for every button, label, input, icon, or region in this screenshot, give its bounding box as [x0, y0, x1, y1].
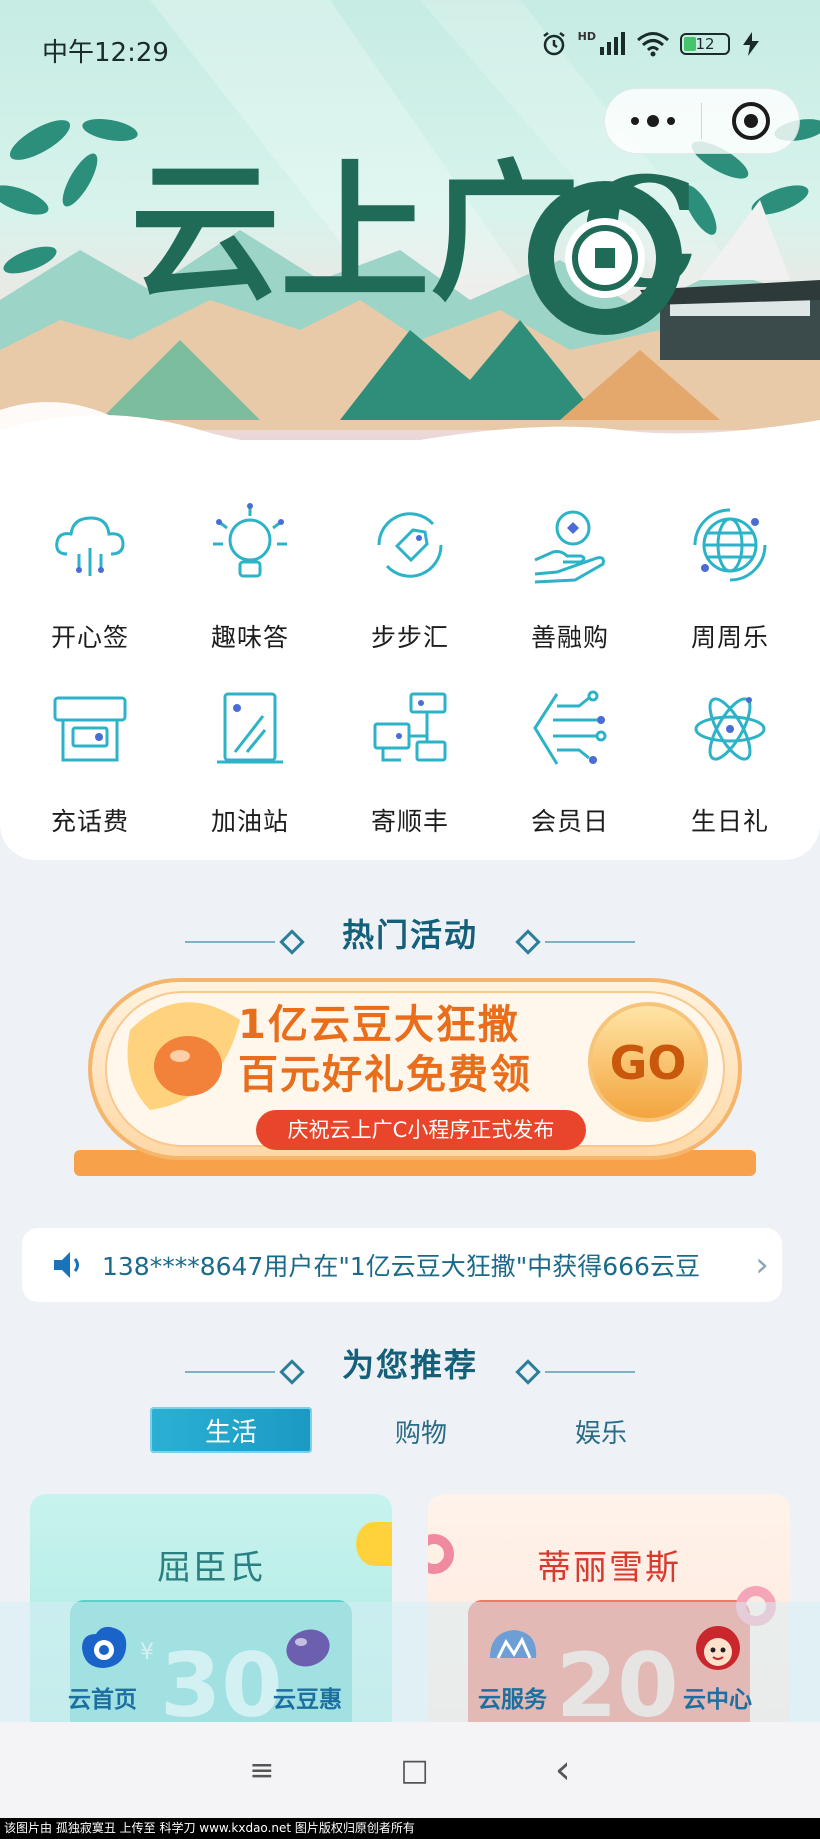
circuit-icon — [533, 690, 607, 765]
hot-section-title: 热门活动 — [341, 916, 478, 954]
ticker-text: 138****8647用户在"1亿云豆大狂撒"中获得666云豆 — [102, 1252, 700, 1281]
promo-go-button[interactable]: GO — [600, 1036, 696, 1090]
grid-item-shanronggou[interactable]: 善融购 — [488, 502, 652, 654]
hand-gift-icon — [534, 510, 605, 584]
grid-item-kaixinqian[interactable]: 开心签 — [8, 502, 172, 654]
nav-home[interactable]: 云首页 — [0, 1602, 205, 1722]
tag-cycle-icon — [377, 512, 443, 578]
atom-icon — [694, 697, 766, 761]
topup-machine-icon — [53, 696, 127, 762]
promo-banner[interactable]: 1亿云豆大狂撒 百元好礼免费领 GO 庆祝云上广C小程序正式发布 — [70, 970, 760, 1180]
nav-services[interactable]: 云服务 — [410, 1602, 615, 1722]
status-bar: 中午12:29 HD 12 — [0, 0, 820, 96]
globe-icon — [693, 508, 767, 582]
bottom-tab-bar: 云首页 云豆惠 云服务 云中心 — [0, 1602, 820, 1722]
recommend-section-title: 为您推荐 — [341, 1346, 478, 1384]
service-cloud-icon — [489, 1630, 536, 1659]
close-miniprogram-button[interactable] — [702, 102, 799, 140]
tab-entertainment[interactable]: 娱乐 — [536, 1407, 666, 1455]
fuel-station-icon — [217, 692, 283, 764]
watermark-footer: 该图片由 孤独寂寞丑 上传至 科学刀 www.kxdao.net 图片版权归原创… — [0, 1818, 820, 1839]
network-type: HD — [577, 30, 596, 43]
more-options-button[interactable] — [605, 115, 701, 127]
signal-icon — [600, 32, 625, 55]
back-icon[interactable]: ‹ — [555, 1747, 571, 1793]
grid-item-shengrili[interactable]: 生日礼 — [648, 686, 812, 838]
grid-item-zhouzhoule[interactable]: 周周乐 — [648, 502, 812, 654]
battery-indicator: 12 — [680, 33, 730, 55]
charging-icon — [743, 32, 759, 56]
system-nav-bar: ≡ □ ‹ — [0, 1722, 820, 1818]
bean-icon — [285, 1629, 330, 1667]
promo-ribbon: 庆祝云上广C小程序正式发布 — [256, 1110, 586, 1150]
avatar-icon — [695, 1626, 740, 1670]
target-icon — [731, 102, 770, 140]
wifi-icon — [637, 32, 669, 57]
diamond-icon — [515, 1358, 541, 1385]
diamond-icon — [279, 1358, 305, 1385]
grid-item-bubuhui[interactable]: 步步汇 — [328, 502, 492, 654]
recommend-section-heading: 为您推荐 — [0, 1340, 820, 1386]
grid-item-huiyuanri[interactable]: 会员日 — [488, 686, 652, 838]
grid-item-jishunfeng[interactable]: 寄顺丰 — [328, 686, 492, 838]
feature-grid: 开心签 趣味答 步步汇 善融购 周周乐 充话费 加油站 寄顺丰 会员日 生日礼 — [0, 440, 820, 860]
speaker-icon — [54, 1252, 79, 1278]
cloud-sign-icon — [55, 516, 125, 576]
card-brand: 屈臣氏 — [157, 1548, 265, 1588]
tab-life[interactable]: 生活 — [150, 1407, 312, 1453]
chevron-right-icon[interactable]: › — [742, 1245, 782, 1285]
diamond-icon — [515, 928, 541, 955]
hot-section-heading: 热门活动 — [0, 910, 820, 956]
home-square-icon[interactable]: □ — [400, 1753, 428, 1788]
nav-beans[interactable]: 云豆惠 — [205, 1602, 410, 1722]
home-cloud-icon — [81, 1626, 126, 1668]
nav-center[interactable]: 云中心 — [615, 1602, 820, 1722]
status-icons: HD 12 — [540, 30, 762, 58]
lightbulb-icon — [213, 503, 287, 578]
promo-headline-2: 百元好礼免费领 — [238, 1052, 532, 1098]
grid-item-jiayouzhan[interactable]: 加油站 — [168, 686, 332, 838]
tab-shopping[interactable]: 购物 — [356, 1407, 486, 1455]
status-time: 中午12:29 — [42, 38, 169, 68]
delivery-network-icon — [373, 692, 447, 762]
miniprogram-capsule — [604, 88, 800, 154]
alarm-icon — [542, 32, 565, 56]
grid-item-chonghuafei[interactable]: 充话费 — [8, 686, 172, 838]
diamond-icon — [279, 928, 305, 955]
grid-item-quweida[interactable]: 趣味答 — [168, 502, 332, 654]
card-brand: 蒂丽雪斯 — [537, 1548, 681, 1588]
menu-icon[interactable]: ≡ — [249, 1753, 274, 1788]
winner-ticker[interactable]: 138****8647用户在"1亿云豆大狂撒"中获得666云豆 › — [22, 1228, 782, 1302]
recommend-tabs: 生活 购物 娱乐 — [150, 1407, 730, 1455]
